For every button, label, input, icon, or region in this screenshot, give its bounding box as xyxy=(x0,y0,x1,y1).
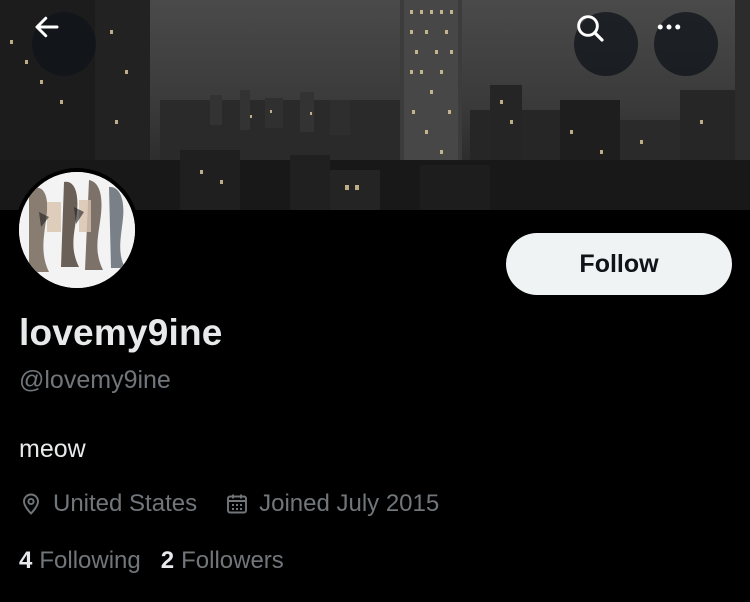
location-item: United States xyxy=(19,490,197,518)
follow-stats: 4 Following 2 Followers xyxy=(19,544,284,578)
search-icon xyxy=(577,15,604,42)
following-link[interactable]: 4 Following xyxy=(19,547,141,575)
bio-text: meow xyxy=(19,435,86,463)
more-options-button[interactable] xyxy=(654,12,718,76)
user-handle: @lovemy9ine xyxy=(19,366,171,394)
followers-count: 2 xyxy=(160,547,175,574)
following-count: 4 xyxy=(19,547,33,574)
joined-item: Joined July 2015 xyxy=(225,490,439,518)
location-text: United States xyxy=(53,490,198,517)
back-button[interactable] xyxy=(32,12,96,76)
follow-button[interactable]: Follow xyxy=(506,233,732,295)
location-pin-icon xyxy=(23,493,39,515)
avatar[interactable] xyxy=(15,168,139,292)
following-label: Following xyxy=(39,547,141,574)
search-button[interactable] xyxy=(574,12,638,76)
avatar-image xyxy=(19,172,135,288)
followers-label: Followers xyxy=(181,547,284,574)
calendar-icon xyxy=(227,494,248,514)
display-name: lovemy9ine xyxy=(19,312,223,353)
followers-link[interactable]: 2 Followers xyxy=(161,547,284,575)
arrow-left-icon xyxy=(35,16,59,38)
joined-text: Joined July 2015 xyxy=(259,490,440,517)
more-horizontal-icon xyxy=(657,24,681,30)
profile-meta: United States Joined July 2015 xyxy=(19,486,439,522)
